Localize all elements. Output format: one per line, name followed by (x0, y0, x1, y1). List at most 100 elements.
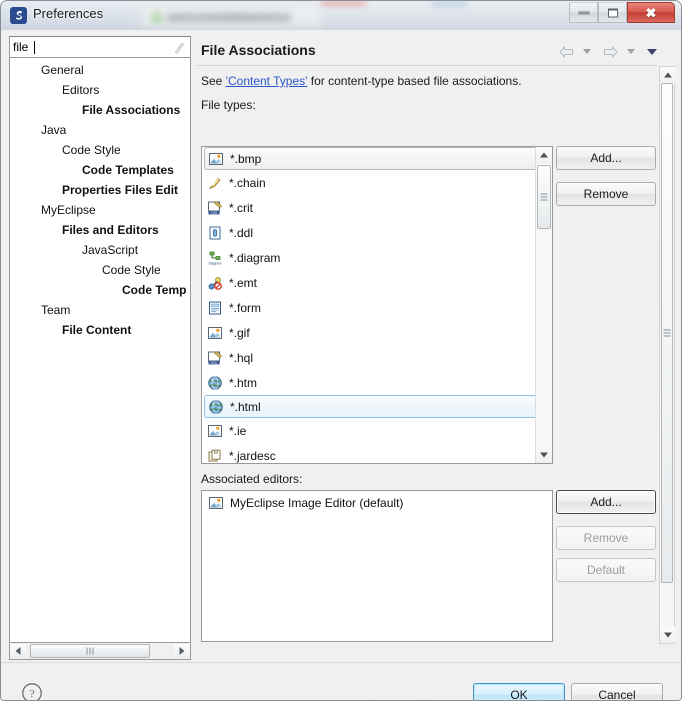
file-type-row[interactable]: HQL*.hql (202, 345, 552, 370)
scroll-up-button[interactable] (536, 147, 552, 163)
file-type-row[interactable]: *.ie (202, 418, 552, 443)
file-type-row[interactable]: *.bmp (204, 147, 550, 170)
tree-item-team[interactable]: Team (10, 300, 191, 320)
minimize-icon (578, 11, 589, 14)
tree-item-editors[interactable]: Editors (10, 80, 191, 100)
search-field-wrapper[interactable] (9, 36, 191, 58)
file-type-label: *.htm (229, 376, 257, 390)
content-types-link[interactable]: 'Content Types' (226, 74, 308, 88)
tree-item-code-style[interactable]: Code Style (10, 260, 191, 280)
grip-icon (541, 192, 548, 203)
file-types-vertical-scrollbar[interactable] (535, 147, 552, 463)
eclipse-logo-icon (10, 7, 27, 24)
jardesc-file-icon (207, 448, 223, 464)
associated-editor-label: MyEclipse Image Editor (default) (230, 496, 403, 510)
arrow-right-icon[interactable] (602, 45, 619, 59)
associated-editors-list[interactable]: MyEclipse Image Editor (default) (201, 490, 553, 642)
associated-editors-list-items: MyEclipse Image Editor (default) (202, 491, 552, 515)
globe-file-icon (208, 399, 224, 415)
scroll-left-button[interactable] (10, 644, 26, 658)
scroll-up-button[interactable] (660, 67, 676, 83)
tree-horizontal-scrollbar[interactable] (9, 644, 191, 660)
globe-file-icon (207, 375, 223, 391)
associated-editors-label: Associated editors: (201, 472, 302, 486)
scroll-down-button[interactable] (660, 627, 676, 643)
editors-add-button[interactable]: Add... (556, 490, 656, 514)
tree-item-general[interactable]: General (10, 60, 191, 80)
filter-clear-icon[interactable] (173, 41, 186, 55)
search-input[interactable] (13, 39, 163, 55)
file-type-row[interactable]: *.jardesc (202, 443, 552, 464)
scroll-right-button[interactable] (174, 644, 190, 658)
scroll-down-button[interactable] (536, 447, 552, 463)
emt-file-icon (207, 275, 223, 291)
file-type-label: *.chain (229, 176, 266, 190)
tree-item-javascript[interactable]: JavaScript (10, 240, 191, 260)
page-content: See 'Content Types' for content-type bas… (201, 74, 657, 112)
svg-text:CRI: CRI (211, 211, 217, 215)
description-suffix: for content-type based file associations… (307, 74, 521, 88)
content-types-description: See 'Content Types' for content-type bas… (201, 74, 657, 88)
background-blue-accent-blur (431, 2, 467, 6)
preferences-tree[interactable]: GeneralEditorsFile AssociationsJavaCode … (9, 58, 191, 643)
arrow-up-icon (540, 153, 548, 158)
file-type-row[interactable]: *.htm (202, 370, 552, 395)
tree-item-file-associations[interactable]: File Associations (10, 100, 191, 120)
file-type-label: *.emt (229, 276, 257, 290)
file-type-row[interactable]: *.form (202, 295, 552, 320)
maximize-icon (608, 8, 618, 17)
preferences-dialog: Preferences ✖ GeneralEditorsFi (0, 0, 682, 701)
svg-text:?: ? (29, 687, 34, 701)
view-menu-icon[interactable] (647, 49, 657, 55)
scrollbar-thumb[interactable] (537, 165, 551, 229)
close-icon: ✖ (646, 6, 657, 19)
diagram-file-icon: Diagram (207, 250, 223, 266)
image-file-icon (207, 325, 223, 341)
svg-text:HQL: HQL (211, 361, 218, 365)
image-file-icon (207, 423, 223, 439)
tree-item-properties-files-edit[interactable]: Properties Files Edit (10, 180, 191, 200)
cancel-button[interactable]: Cancel (571, 683, 663, 701)
arrow-left-icon[interactable] (558, 45, 575, 59)
svg-text:Diagram: Diagram (209, 261, 222, 265)
file-types-remove-button[interactable]: Remove (556, 182, 656, 206)
file-type-row[interactable]: *.emt (202, 270, 552, 295)
file-type-row[interactable]: Diagram *.diagram (202, 245, 552, 270)
arrow-down-icon (540, 453, 548, 458)
page-title: File Associations (201, 42, 316, 58)
file-types-list[interactable]: *.bmp *.chain CRI *.crit *.ddl Diagram *.diagr… (201, 146, 553, 464)
close-button[interactable]: ✖ (627, 2, 675, 23)
file-type-row[interactable]: *.chain (202, 170, 552, 195)
chevron-down-icon[interactable] (583, 49, 591, 54)
tree-item-code-templates[interactable]: Code Templates (10, 160, 191, 180)
minimize-button[interactable] (569, 2, 598, 23)
file-type-row[interactable]: CRI *.crit (202, 195, 552, 220)
file-type-row[interactable]: *.ddl (202, 220, 552, 245)
scrollbar-thumb[interactable] (661, 83, 673, 583)
page-vertical-scrollbar[interactable] (659, 66, 675, 644)
tree-item-files-and-editors[interactable]: Files and Editors (10, 220, 191, 240)
tree-item-myeclipse[interactable]: MyEclipse (10, 200, 191, 220)
arrow-down-icon (664, 633, 672, 638)
chevron-down-icon[interactable] (627, 49, 635, 54)
crit-file-icon: CRI (207, 200, 223, 216)
file-type-label: *.ie (229, 424, 246, 438)
preferences-tree-list: GeneralEditorsFile AssociationsJavaCode … (10, 60, 191, 340)
tree-item-java[interactable]: Java (10, 120, 191, 140)
file-type-row[interactable]: *.html (204, 395, 550, 418)
file-type-label: *.diagram (229, 251, 280, 265)
image-file-icon (208, 495, 224, 511)
file-types-add-button[interactable]: Add... (556, 146, 656, 170)
tree-item-file-content[interactable]: File Content (10, 320, 191, 340)
file-type-label: *.html (230, 400, 261, 414)
tree-item-code-style[interactable]: Code Style (10, 140, 191, 160)
tree-item-code-temp[interactable]: Code Temp (10, 280, 191, 300)
help-question-icon[interactable]: ? (21, 682, 43, 701)
text-caret (34, 41, 35, 54)
scrollbar-thumb[interactable] (30, 644, 150, 658)
ok-button[interactable]: OK (473, 683, 565, 701)
file-type-label: *.crit (229, 201, 253, 215)
file-type-row[interactable]: *.gif (202, 320, 552, 345)
associated-editor-row[interactable]: MyEclipse Image Editor (default) (202, 491, 552, 515)
maximize-button[interactable] (598, 2, 627, 23)
